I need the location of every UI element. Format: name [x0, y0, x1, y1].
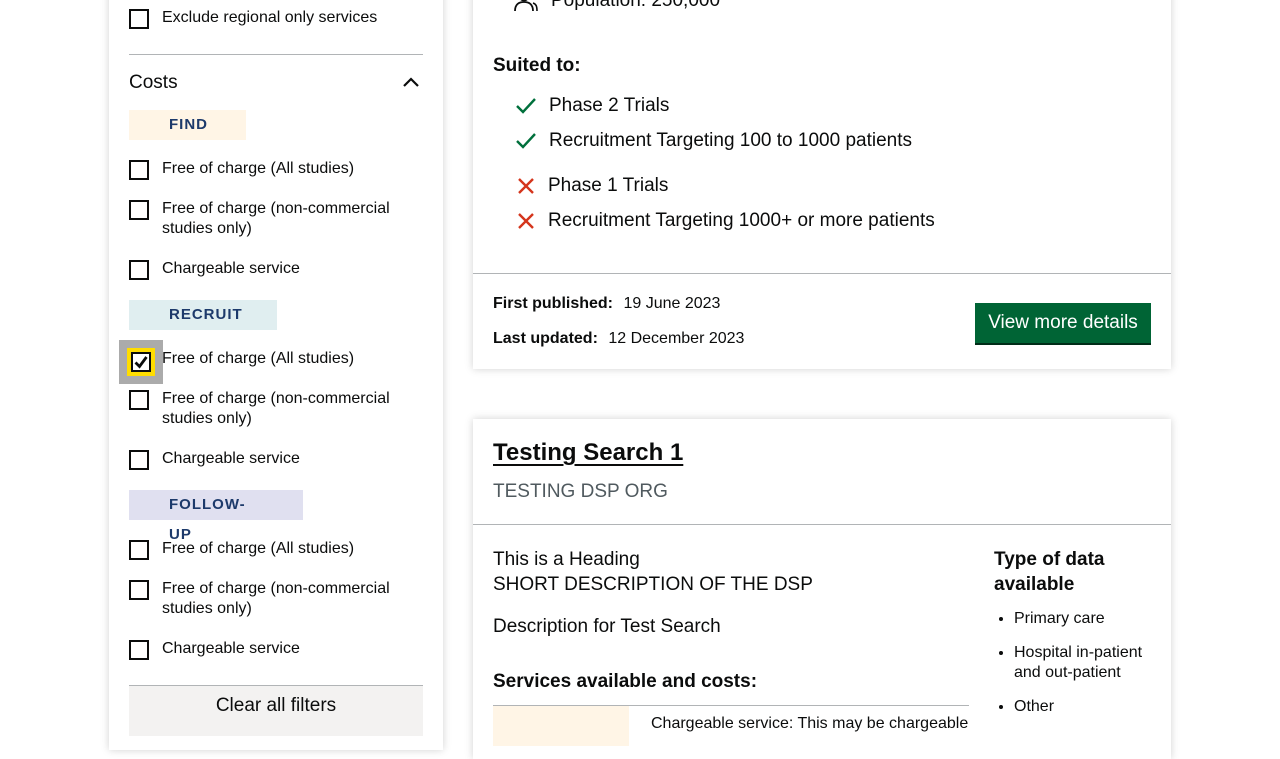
last-updated-label: Last updated:: [493, 330, 598, 347]
exclude-regional-checkbox[interactable]: [129, 9, 149, 29]
description-heading: This is a Heading SHORT DESCRIPTION OF T…: [493, 547, 813, 597]
suited-no-item: Phase 1 Trials: [513, 175, 668, 197]
list-item: Primary care: [1014, 609, 1154, 629]
suited-yes-text: Recruitment Targeting 100 to 1000 patien…: [549, 130, 912, 151]
option-label: Free of charge (non-commercial studies o…: [162, 390, 390, 427]
clear-all-filters-button[interactable]: Clear all filters: [129, 685, 423, 736]
short-description: SHORT DESCRIPTION OF THE DSP: [493, 574, 813, 595]
suited-yes-item: Recruitment Targeting 100 to 1000 patien…: [513, 130, 912, 152]
chevron-up-icon[interactable]: [401, 74, 421, 90]
people-icon: [514, 0, 538, 12]
services-heading: Services available and costs:: [493, 671, 758, 692]
first-published-date: 19 June 2023: [623, 295, 721, 312]
suited-no-item: Recruitment Targeting 1000+ or more pati…: [513, 210, 935, 232]
filter-sidebar: Exclude regional only services Costs FIN…: [109, 0, 443, 750]
option-label: Chargeable service: [162, 260, 300, 277]
card-divider: [473, 524, 1171, 525]
followup-free-noncommercial-filter[interactable]: Free of charge (non-commercial studies o…: [129, 580, 407, 619]
exclude-regional-label: Exclude regional only services: [162, 9, 378, 26]
type-of-data-list: Primary care Hospital in-patient and out…: [994, 609, 1154, 731]
view-more-details-button[interactable]: View more details: [975, 303, 1151, 343]
option-label: Free of charge (non-commercial studies o…: [162, 200, 390, 237]
followup-free-all-filter[interactable]: Free of charge (All studies): [129, 540, 407, 560]
card-divider: [473, 273, 1171, 274]
find-free-noncommercial-checkbox[interactable]: [129, 200, 149, 220]
services-snippet: Chargeable service: This may be chargeab…: [651, 715, 969, 732]
exclude-regional-filter[interactable]: Exclude regional only services: [129, 9, 407, 29]
suited-yes-item: Phase 2 Trials: [513, 95, 669, 117]
heading-line: This is a Heading: [493, 549, 640, 570]
option-label: Free of charge (All studies): [162, 350, 355, 367]
recruit-tag: RECRUIT: [129, 300, 277, 330]
suited-yes-text: Phase 2 Trials: [549, 95, 670, 116]
result-title-link[interactable]: Testing Search 1: [493, 439, 683, 467]
followup-chargeable-checkbox[interactable]: [129, 640, 149, 660]
find-chargeable-filter[interactable]: Chargeable service: [129, 260, 407, 280]
option-label: Free of charge (All studies): [162, 540, 355, 557]
suited-no-text: Phase 1 Trials: [548, 175, 669, 196]
option-label: Chargeable service: [162, 640, 300, 657]
cross-icon: [517, 178, 534, 194]
services-find-tag: [493, 706, 629, 746]
focus-ring: [119, 340, 163, 384]
find-free-noncommercial-filter[interactable]: Free of charge (non-commercial studies o…: [129, 200, 407, 239]
suited-no-text: Recruitment Targeting 1000+ or more pati…: [548, 210, 935, 231]
option-label: Free of charge (All studies): [162, 160, 355, 177]
suited-to-label: Suited to:: [493, 55, 581, 76]
option-label: Free of charge (non-commercial studies o…: [162, 580, 390, 617]
checkmark-icon: [134, 356, 148, 369]
tick-icon: [516, 133, 536, 149]
population-text: Population: 250,000: [551, 0, 721, 11]
cross-icon: [517, 213, 534, 229]
followup-chargeable-filter[interactable]: Chargeable service: [129, 640, 407, 660]
recruit-free-all-filter[interactable]: Free of charge (All studies): [119, 340, 407, 384]
find-tag: FIND: [129, 110, 246, 140]
follow-up-tag: FOLLOW-UP: [129, 490, 303, 543]
description-text: Description for Test Search: [493, 616, 721, 637]
tick-icon: [516, 98, 536, 114]
find-free-all-filter[interactable]: Free of charge (All studies): [129, 160, 407, 180]
section-divider: [129, 54, 423, 55]
result-card: Testing Search 1 TESTING DSP ORG This is…: [473, 419, 1171, 759]
recruit-free-noncommercial-checkbox[interactable]: [129, 390, 149, 410]
result-card: Population: 250,000 Suited to: Phase 2 T…: [473, 0, 1171, 369]
last-updated-date: 12 December 2023: [608, 330, 745, 347]
followup-free-all-checkbox[interactable]: [129, 540, 149, 560]
first-published: First published: 19 June 2023: [493, 295, 720, 313]
recruit-chargeable-checkbox[interactable]: [129, 450, 149, 470]
option-label: Chargeable service: [162, 450, 300, 467]
costs-section-title[interactable]: Costs: [129, 72, 178, 94]
find-free-all-checkbox[interactable]: [129, 160, 149, 180]
recruit-chargeable-filter[interactable]: Chargeable service: [129, 450, 407, 470]
recruit-free-all-checkbox[interactable]: [131, 352, 151, 372]
first-published-label: First published:: [493, 295, 613, 312]
list-item: Other: [1014, 697, 1154, 717]
organisation-name: TESTING DSP ORG: [493, 481, 668, 502]
find-chargeable-checkbox[interactable]: [129, 260, 149, 280]
last-updated: Last updated: 12 December 2023: [493, 330, 744, 348]
list-item: Hospital in-patient and out-patient: [1014, 643, 1154, 683]
recruit-free-noncommercial-filter[interactable]: Free of charge (non-commercial studies o…: [129, 390, 407, 429]
population-row: Population: 250,000: [513, 0, 720, 12]
type-of-data-heading: Type of data available: [994, 549, 1105, 595]
followup-free-noncommercial-checkbox[interactable]: [129, 580, 149, 600]
